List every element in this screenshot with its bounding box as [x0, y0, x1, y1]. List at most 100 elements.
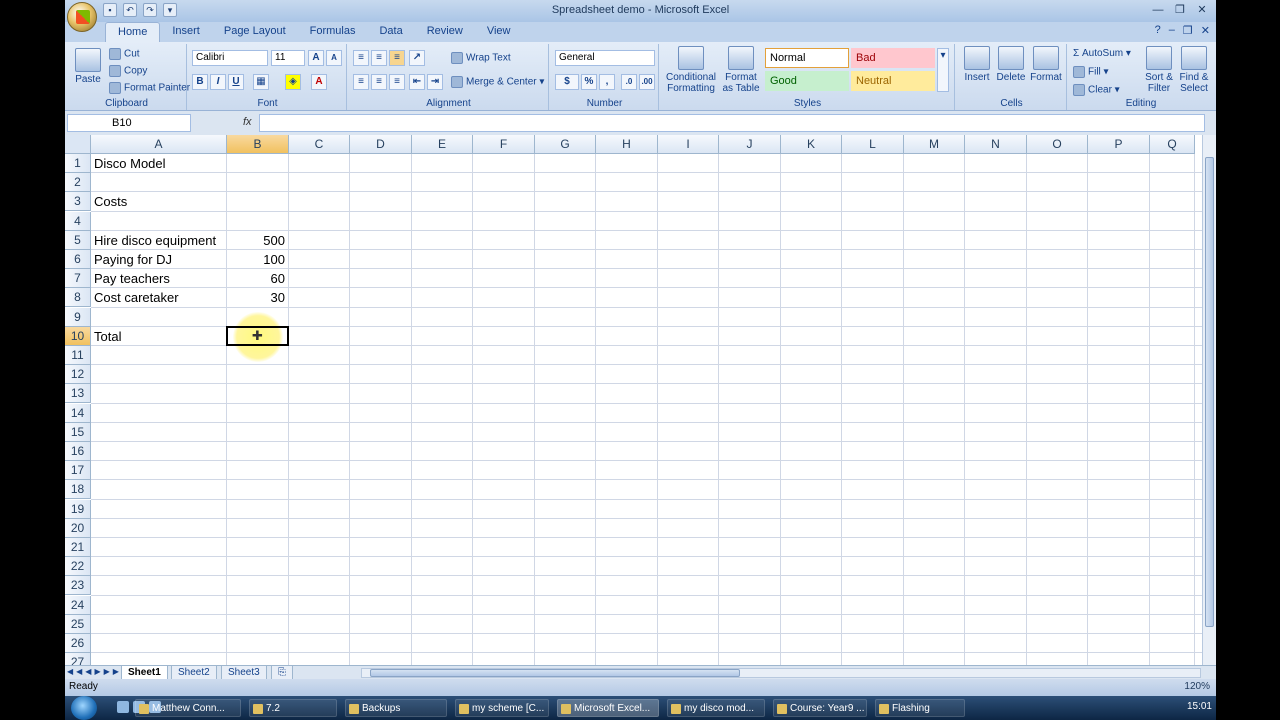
column-header-o[interactable]: O: [1027, 135, 1088, 154]
row-header-7[interactable]: 7: [65, 269, 91, 289]
horizontal-scrollbar[interactable]: [361, 668, 1201, 678]
column-header-p[interactable]: P: [1088, 135, 1150, 154]
row-header-12[interactable]: 12: [65, 365, 91, 385]
delete-cells-button[interactable]: Delete: [995, 46, 1027, 83]
merge-center-button[interactable]: Merge & Center ▾: [451, 76, 544, 88]
align-top-button[interactable]: ≡: [353, 50, 369, 66]
borders-button[interactable]: ▦: [253, 74, 269, 90]
row-header-9[interactable]: 9: [65, 307, 91, 327]
horizontal-scroll-thumb[interactable]: [370, 669, 740, 677]
column-header-b[interactable]: B: [227, 135, 289, 154]
worksheet-grid[interactable]: A B C D E F G H I J K L M N O P Q 1 2 3 4 5 6 7 8 9 10 11 12 13 14 15 16…: [65, 135, 1216, 665]
align-middle-button[interactable]: ≡: [371, 50, 387, 66]
underline-button[interactable]: U: [228, 74, 244, 90]
taskbar-item[interactable]: Backups: [345, 699, 447, 717]
tab-home[interactable]: Home: [105, 22, 161, 42]
cell-b6[interactable]: 100: [230, 250, 288, 269]
sheet-tab-sheet2[interactable]: Sheet2: [171, 666, 217, 680]
minimize-icon[interactable]: —: [1150, 3, 1166, 17]
column-header-n[interactable]: N: [965, 135, 1027, 154]
row-header-20[interactable]: 20: [65, 518, 91, 538]
cut-button[interactable]: Cut: [109, 48, 140, 60]
taskbar-item[interactable]: Microsoft Excel...: [557, 699, 659, 717]
row-header-21[interactable]: 21: [65, 538, 91, 557]
insert-cells-button[interactable]: Insert: [961, 46, 993, 83]
row-header-1[interactable]: 1: [65, 154, 91, 173]
column-header-m[interactable]: M: [904, 135, 965, 154]
format-as-table-button[interactable]: Format as Table: [721, 46, 761, 94]
taskbar-item[interactable]: Matthew Conn...: [135, 699, 241, 717]
cell-b5[interactable]: 500: [230, 231, 288, 250]
taskbar-item[interactable]: my scheme [C...: [455, 699, 549, 717]
find-select-button[interactable]: Find & Select: [1177, 46, 1211, 94]
increase-decimal-button[interactable]: .0: [621, 74, 637, 90]
orientation-button[interactable]: ↗: [409, 50, 425, 66]
column-header-e[interactable]: E: [412, 135, 473, 154]
sort-filter-button[interactable]: Sort & Filter: [1143, 46, 1175, 94]
cell-b8[interactable]: 30: [230, 288, 288, 307]
column-header-l[interactable]: L: [842, 135, 904, 154]
name-box[interactable]: B10: [67, 114, 191, 132]
align-bottom-button[interactable]: ≡: [389, 50, 405, 66]
column-header-i[interactable]: I: [658, 135, 719, 154]
accounting-format-button[interactable]: $: [555, 74, 579, 90]
increase-indent-button[interactable]: ⇥: [427, 74, 443, 90]
style-neutral[interactable]: Neutral: [851, 71, 935, 91]
percent-button[interactable]: %: [581, 74, 597, 90]
row-header-23[interactable]: 23: [65, 576, 91, 596]
vertical-scrollbar[interactable]: [1202, 135, 1216, 665]
row-header-18[interactable]: 18: [65, 480, 91, 500]
select-all-corner[interactable]: [65, 135, 91, 154]
column-header-a[interactable]: A: [91, 135, 227, 154]
column-header-c[interactable]: C: [289, 135, 350, 154]
row-header-6[interactable]: 6: [65, 250, 91, 269]
taskbar-item[interactable]: Course: Year9 ...: [773, 699, 867, 717]
sheet-tab-sheet3[interactable]: Sheet3: [221, 666, 267, 680]
tab-review[interactable]: Review: [415, 22, 475, 42]
row-header-17[interactable]: 17: [65, 461, 91, 481]
format-painter-button[interactable]: Format Painter: [109, 82, 190, 94]
tab-view[interactable]: View: [475, 22, 523, 42]
row-header-19[interactable]: 19: [65, 499, 91, 519]
grow-font-button[interactable]: A: [308, 50, 324, 66]
close-workbook-icon[interactable]: ✕: [1201, 24, 1210, 37]
taskbar-item[interactable]: Flashing: [875, 699, 965, 717]
tab-insert[interactable]: Insert: [160, 22, 212, 42]
tab-page-layout[interactable]: Page Layout: [212, 22, 298, 42]
cell-a3[interactable]: Costs: [94, 192, 394, 211]
autosum-button[interactable]: Σ AutoSum ▾: [1073, 48, 1131, 59]
tab-data[interactable]: Data: [367, 22, 414, 42]
row-header-3[interactable]: 3: [65, 192, 91, 212]
tab-formulas[interactable]: Formulas: [298, 22, 368, 42]
align-center-button[interactable]: ≡: [371, 74, 387, 90]
row-header-2[interactable]: 2: [65, 173, 91, 193]
font-size-combo[interactable]: 11: [271, 50, 305, 66]
row-header-15[interactable]: 15: [65, 422, 91, 442]
insert-function-icon[interactable]: fx: [243, 116, 252, 128]
styles-scroll[interactable]: ▾: [937, 48, 949, 92]
sheet-tab-sheet1[interactable]: Sheet1: [121, 666, 168, 680]
decrease-decimal-button[interactable]: .00: [639, 74, 655, 90]
row-header-16[interactable]: 16: [65, 442, 91, 461]
fill-color-button[interactable]: ◈: [285, 74, 301, 90]
copy-button[interactable]: Copy: [109, 65, 147, 77]
column-header-j[interactable]: J: [719, 135, 781, 154]
row-header-26[interactable]: 26: [65, 634, 91, 653]
formula-input[interactable]: [259, 114, 1205, 132]
row-header-5[interactable]: 5: [65, 230, 91, 250]
start-button[interactable]: [71, 696, 97, 720]
restore-workbook-icon[interactable]: ❐: [1183, 24, 1193, 37]
decrease-indent-button[interactable]: ⇤: [409, 74, 425, 90]
font-name-combo[interactable]: Calibri: [192, 50, 268, 66]
column-header-h[interactable]: H: [596, 135, 658, 154]
style-good[interactable]: Good: [765, 71, 849, 91]
column-header-k[interactable]: K: [781, 135, 842, 154]
row-header-11[interactable]: 11: [65, 346, 91, 365]
show-desktop-icon[interactable]: [117, 701, 129, 713]
column-header-q[interactable]: Q: [1150, 135, 1195, 154]
cell-b7[interactable]: 60: [230, 269, 288, 288]
align-right-button[interactable]: ≡: [389, 74, 405, 90]
format-cells-button[interactable]: Format: [1029, 46, 1063, 83]
restore-icon[interactable]: ❐: [1172, 3, 1188, 17]
fill-button[interactable]: Fill ▾: [1073, 66, 1109, 78]
